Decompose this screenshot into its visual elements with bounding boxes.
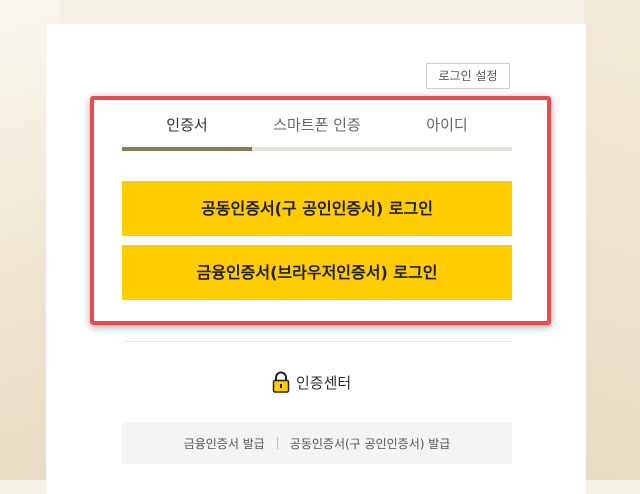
joint-cert-issue-link[interactable]: 공동인증서(구 공인인증서) 발급 [290, 435, 451, 452]
highlight-box [90, 96, 551, 325]
financial-cert-issue-link[interactable]: 금융인증서 발급 [184, 435, 265, 452]
section-divider [122, 341, 512, 342]
link-separator [276, 437, 278, 449]
background-right-decoration [584, 0, 640, 480]
issuance-links-bar: 금융인증서 발급 공동인증서(구 공인인증서) 발급 [122, 422, 512, 464]
cert-center-label: 인증센터 [296, 373, 352, 392]
login-settings-button[interactable]: 로그인 설정 [426, 63, 510, 89]
cert-center-link[interactable]: 인증센터 [272, 370, 351, 394]
lock-icon [272, 371, 290, 393]
